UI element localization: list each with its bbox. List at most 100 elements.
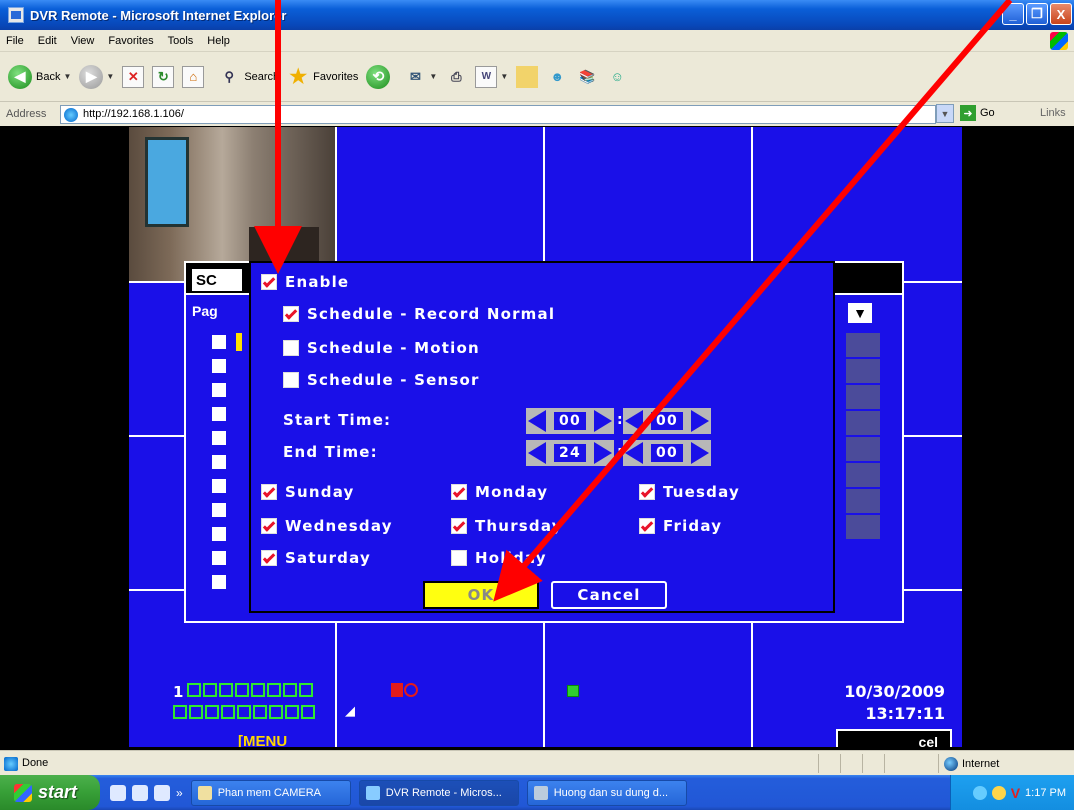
row-checkbox[interactable] — [212, 479, 226, 493]
row-checkbox[interactable] — [212, 527, 226, 541]
decrease-arrow-icon[interactable] — [528, 410, 546, 432]
schedule-normal-row[interactable]: Schedule - Record Normal — [283, 305, 555, 323]
folder-button[interactable] — [516, 65, 539, 88]
contacts-button[interactable]: ☺ — [606, 66, 628, 88]
decrease-arrow-icon[interactable] — [625, 442, 643, 464]
row-checkbox[interactable] — [212, 503, 226, 517]
row-checkbox[interactable] — [212, 551, 226, 565]
row-checkbox[interactable] — [212, 575, 226, 589]
stop-button[interactable]: ✕ — [122, 65, 145, 88]
day-holiday[interactable]: Holiday — [451, 549, 547, 567]
increase-arrow-icon[interactable] — [593, 410, 612, 432]
minimize-button[interactable]: _ — [1002, 3, 1024, 25]
day-thursday[interactable]: Thursday — [451, 517, 563, 535]
tray-messenger-icon[interactable] — [991, 785, 1006, 800]
quick-launch-icon[interactable] — [110, 784, 126, 801]
tuesday-checkbox[interactable] — [639, 484, 655, 500]
enable-checkbox[interactable] — [261, 274, 277, 290]
camera-feed-1[interactable] — [129, 127, 336, 282]
schedule-sensor-checkbox[interactable] — [283, 372, 299, 388]
edit-dropdown-icon[interactable]: ▼ — [500, 72, 508, 81]
schedule-normal-checkbox[interactable] — [283, 306, 299, 322]
menu-tools[interactable]: Tools — [168, 35, 194, 47]
quick-launch-more[interactable]: » — [176, 786, 183, 800]
decrease-arrow-icon[interactable] — [528, 442, 546, 464]
holiday-checkbox[interactable] — [451, 550, 467, 566]
quick-launch-icon[interactable] — [154, 784, 170, 801]
row-checkbox[interactable] — [212, 335, 226, 349]
menu-view[interactable]: View — [71, 35, 95, 47]
row-checkbox[interactable] — [212, 431, 226, 445]
increase-arrow-icon[interactable] — [690, 442, 709, 464]
mail-button[interactable]: ✉ ▼ — [404, 66, 437, 88]
saturday-checkbox[interactable] — [261, 550, 277, 566]
address-dropdown-icon[interactable]: ▼ — [936, 104, 954, 123]
row-checkbox[interactable] — [212, 455, 226, 469]
schedule-motion-checkbox[interactable] — [283, 340, 299, 356]
increase-arrow-icon[interactable] — [690, 410, 709, 432]
menu-edit[interactable]: Edit — [38, 35, 57, 47]
start-minute-spinner[interactable]: 00 — [623, 408, 711, 434]
day-saturday[interactable]: Saturday — [261, 549, 371, 567]
monday-checkbox[interactable] — [451, 484, 467, 500]
end-hour-spinner[interactable]: 24 — [526, 440, 614, 466]
taskbar-item-camera[interactable]: Phan mem CAMERA — [190, 779, 351, 806]
back-dropdown-icon[interactable]: ▼ — [63, 72, 71, 81]
day-monday[interactable]: Monday — [451, 483, 548, 501]
wednesday-checkbox[interactable] — [261, 518, 277, 534]
row-checkbox[interactable] — [212, 383, 226, 397]
forward-dropdown-icon[interactable]: ▼ — [106, 72, 114, 81]
back-arrow-icon: ◀ — [8, 64, 32, 89]
start-button[interactable]: start — [0, 775, 100, 810]
day-sunday[interactable]: Sunday — [261, 483, 355, 501]
window-title-bar[interactable]: DVR Remote - Microsoft Internet Explorer… — [0, 0, 1074, 30]
mail-dropdown-icon[interactable]: ▼ — [429, 72, 437, 81]
dvr-viewer: SC Pag ▼ [MENU cel Enable Schedule - Rec… — [8, 127, 1066, 747]
edit-button[interactable]: W ▼ — [475, 65, 508, 88]
enable-row[interactable]: Enable — [261, 273, 349, 291]
menu-help[interactable]: Help — [207, 35, 230, 47]
channel-indicator — [189, 705, 203, 719]
thursday-checkbox[interactable] — [451, 518, 467, 534]
menu-file[interactable]: File — [6, 35, 24, 47]
taskbar-item-document[interactable]: Huong dan su dung d... — [526, 779, 687, 806]
search-button[interactable]: ⚲ Search — [218, 66, 280, 88]
research-button[interactable]: 📚 — [576, 66, 598, 88]
row-checkbox[interactable] — [212, 359, 226, 373]
ok-button[interactable]: OK — [423, 581, 539, 609]
bg-cancel-button[interactable]: cel — [836, 729, 952, 747]
close-button[interactable]: X — [1050, 3, 1072, 25]
day-tuesday[interactable]: Tuesday — [639, 483, 740, 501]
forward-button[interactable]: ▶ ▼ — [79, 64, 114, 89]
messenger-button[interactable]: ☻ — [546, 66, 568, 88]
quick-launch-icon[interactable] — [132, 784, 148, 801]
print-button[interactable]: ⎙ — [445, 66, 467, 88]
home-button[interactable]: ⌂ — [182, 65, 205, 88]
day-wednesday[interactable]: Wednesday — [261, 517, 393, 535]
sunday-checkbox[interactable] — [261, 484, 277, 500]
maximize-button[interactable]: ❐ — [1026, 3, 1048, 25]
address-input[interactable]: http://192.168.1.106/ — [60, 104, 936, 124]
decrease-arrow-icon[interactable] — [625, 410, 643, 432]
go-button[interactable]: ➜ Go — [960, 105, 995, 121]
refresh-button[interactable]: ↻ — [152, 65, 175, 88]
back-button[interactable]: ◀ Back ▼ — [8, 64, 71, 89]
tray-clock[interactable]: 1:17 PM — [1025, 787, 1066, 799]
tray-antivirus-icon[interactable]: V — [1011, 785, 1020, 801]
day-friday[interactable]: Friday — [639, 517, 722, 535]
schedule-motion-row[interactable]: Schedule - Motion — [283, 339, 480, 357]
menu-favorites[interactable]: Favorites — [108, 35, 153, 47]
taskbar-item-dvr-remote[interactable]: DVR Remote - Micros... — [358, 779, 519, 806]
friday-checkbox[interactable] — [639, 518, 655, 534]
history-button[interactable]: ⟲ — [366, 64, 391, 89]
links-button[interactable]: Links — [1040, 107, 1066, 119]
favorites-button[interactable]: ★ Favorites — [287, 66, 358, 88]
row-checkbox[interactable] — [212, 407, 226, 421]
schedule-sensor-row[interactable]: Schedule - Sensor — [283, 371, 480, 389]
start-hour-spinner[interactable]: 00 — [526, 408, 614, 434]
page-dropdown-icon[interactable]: ▼ — [848, 303, 872, 323]
increase-arrow-icon[interactable] — [593, 442, 612, 464]
tray-network-icon[interactable] — [972, 785, 987, 800]
end-minute-spinner[interactable]: 00 — [623, 440, 711, 466]
cancel-button[interactable]: Cancel — [551, 581, 667, 609]
